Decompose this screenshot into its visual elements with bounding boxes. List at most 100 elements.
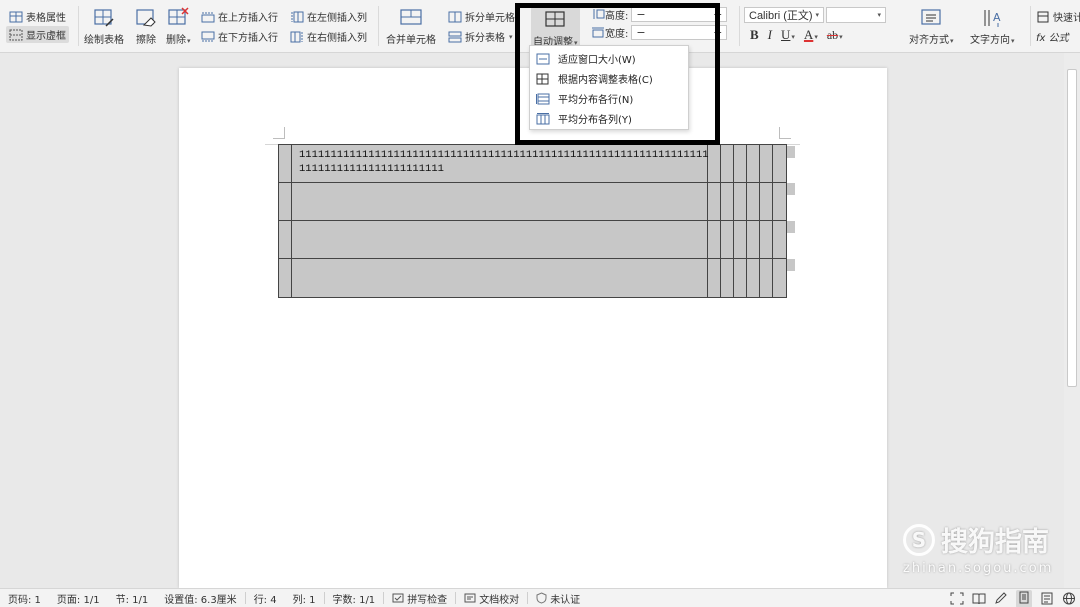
status-page-number[interactable]: 页码: 1 <box>0 591 49 606</box>
row-height-control: 高度: − + <box>591 6 728 22</box>
status-setting-value[interactable]: 设置值: 6.3厘米 <box>156 591 244 606</box>
erase-button[interactable]: 擦除 <box>134 7 158 46</box>
column-width-icon <box>592 27 604 38</box>
status-row: 行: 4 <box>253 594 277 606</box>
quick-calc-button[interactable]: 快速计 <box>1036 9 1080 24</box>
font-size-select[interactable]: ▾ <box>826 7 886 23</box>
table-column-border <box>720 145 721 297</box>
column-width-label: 宽度: <box>605 28 629 40</box>
fullscreen-icon[interactable] <box>950 592 964 605</box>
menu-item-fit-window[interactable]: 适应窗口大小(W) <box>536 51 636 66</box>
bold-button[interactable]: B <box>750 27 759 43</box>
watermark-brand: 搜狗指南 <box>941 527 1049 558</box>
column-width-control: 宽度: − + <box>591 24 728 40</box>
table-cell-text[interactable]: 1111111111111111111111111111111111111111… <box>299 148 709 176</box>
formula-button[interactable]: fx 公式 <box>1036 29 1069 44</box>
merge-cells-label: 合并单元格 <box>386 35 436 46</box>
table-column-border <box>733 145 734 297</box>
insert-column-left-icon <box>291 11 304 22</box>
merge-cells-button[interactable]: 合并单元格 <box>386 7 436 46</box>
doc-proof-button[interactable]: 文档校对 <box>456 591 527 606</box>
delete-table-icon <box>168 7 189 25</box>
split-table-button[interactable]: 拆分表格 ▾ <box>448 29 513 44</box>
table-row-border <box>279 182 786 183</box>
ribbon-separator <box>378 6 379 46</box>
insert-row-below-icon <box>201 31 215 41</box>
show-gridlines-label: 显示虚框 <box>26 31 66 42</box>
highlight-button[interactable]: ab <box>827 28 838 42</box>
table-row-border <box>279 258 786 259</box>
edit-pen-icon[interactable] <box>994 592 1008 605</box>
spell-check-button[interactable]: 拼写检查 <box>384 591 455 606</box>
doc-proof-icon <box>464 593 476 602</box>
insert-column-right-icon <box>290 31 303 42</box>
chevron-down-icon: ▾ <box>877 12 881 19</box>
document-table[interactable]: 1111111111111111111111111111111111111111… <box>278 144 787 298</box>
status-bar: 页码: 1 页面: 1/1 节: 1/1 设置值: 6.3厘米 行: 4 列: … <box>0 588 1080 607</box>
insert-column-right-label: 在右侧插入列 <box>307 33 367 44</box>
reading-view-icon[interactable] <box>972 592 986 605</box>
table-row-border <box>279 220 786 221</box>
page-view-button[interactable] <box>1016 589 1032 607</box>
align-button[interactable]: 对齐方式▾ <box>909 7 954 46</box>
split-table-icon <box>448 31 462 42</box>
shield-icon <box>536 592 547 604</box>
menu-item-distribute-rows[interactable]: 平均分布各行(N) <box>536 91 633 106</box>
web-view-globe-icon[interactable] <box>1062 592 1076 605</box>
insert-column-right-button[interactable]: 在右侧插入列 <box>290 29 367 44</box>
status-pages[interactable]: 页面: 1/1 <box>49 591 108 606</box>
menu-item-distribute-columns[interactable]: 平均分布各列(Y) <box>536 111 632 126</box>
chevron-down-icon: ▾ <box>950 37 954 45</box>
status-word-count[interactable]: 字数: 1/1 <box>325 591 384 606</box>
insert-row-below-button[interactable]: 在下方插入行 <box>201 29 278 44</box>
insert-row-above-button[interactable]: 在上方插入行 <box>201 9 278 24</box>
status-section[interactable]: 节: 1/1 <box>108 591 157 606</box>
table-properties-button[interactable]: 表格属性 <box>9 9 66 24</box>
chevron-down-icon: ▾ <box>814 33 818 41</box>
certification-status[interactable]: 未认证 <box>528 591 588 606</box>
view-controls <box>950 589 1080 607</box>
italic-button[interactable]: I <box>768 27 772 43</box>
fit-window-icon <box>536 53 550 64</box>
distribute-columns-icon <box>536 112 550 124</box>
font-name-select[interactable]: Calibri (正文) ▾ <box>744 7 824 23</box>
watermark-url: zhinan.sogou.com <box>903 561 1054 576</box>
insert-row-above-label: 在上方插入行 <box>218 13 278 24</box>
margin-corner-mark <box>779 127 791 139</box>
draw-table-label: 绘制表格 <box>84 35 124 46</box>
delete-button[interactable]: 删除▾ <box>166 7 191 46</box>
show-gridlines-button[interactable]: 显示虚框 <box>6 26 69 43</box>
split-cells-button[interactable]: 拆分单元格 <box>448 9 515 24</box>
ribbon-separator <box>1030 6 1031 46</box>
chevron-down-icon: ▾ <box>791 33 795 41</box>
chevron-down-icon: ▾ <box>815 12 819 19</box>
underline-button[interactable]: U <box>781 27 790 42</box>
increase-height-button[interactable]: + <box>713 8 722 21</box>
vertical-scrollbar[interactable] <box>1064 53 1080 588</box>
row-height-input[interactable]: − + <box>631 6 728 22</box>
column-width-input[interactable]: − + <box>631 24 728 40</box>
svg-text:A: A <box>993 11 1001 24</box>
chevron-down-icon: ▾ <box>839 33 843 41</box>
row-end-marker <box>787 221 795 233</box>
increase-width-button[interactable]: + <box>713 26 722 39</box>
table-properties-icon <box>9 11 23 22</box>
font-color-button[interactable]: A <box>804 27 813 42</box>
outline-view-icon[interactable] <box>1040 592 1054 605</box>
merge-cells-icon <box>400 9 422 25</box>
margin-corner-mark <box>273 127 285 139</box>
text-direction-label: 文字方向 <box>970 35 1010 46</box>
decrease-width-button[interactable]: − <box>636 26 645 39</box>
insert-column-left-button[interactable]: 在左侧插入列 <box>290 9 367 24</box>
align-label: 对齐方式 <box>909 35 949 46</box>
auto-fit-menu: 适应窗口大小(W) 根据内容调整表格(C) 平均分布各行(N) 平均分布各列(Y… <box>529 45 689 130</box>
scrollbar-thumb[interactable] <box>1067 69 1077 387</box>
decrease-height-button[interactable]: − <box>636 8 645 21</box>
menu-item-fit-content[interactable]: 根据内容调整表格(C) <box>536 71 653 86</box>
draw-table-button[interactable]: 绘制表格 <box>84 7 124 46</box>
watermark: S 搜狗指南 zhinan.sogou.com <box>903 520 1053 576</box>
text-direction-button[interactable]: A 文字方向▾ <box>970 7 1015 46</box>
page-view-icon <box>1019 591 1029 603</box>
auto-fit-button[interactable]: 自动调整▾ <box>531 7 580 48</box>
menu-item-label: 平均分布各行(N) <box>558 95 634 106</box>
